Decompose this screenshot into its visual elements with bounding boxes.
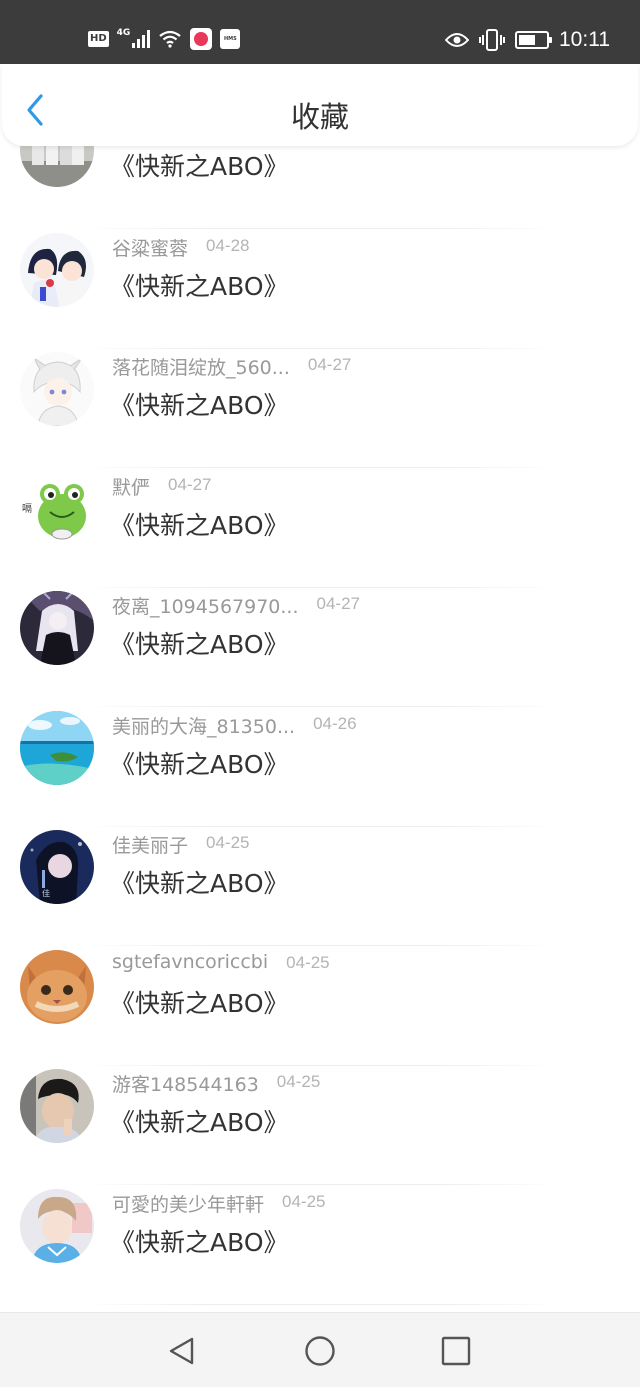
list-item[interactable]: 日暮天歌04-29《快新之ABO》 xyxy=(0,146,640,233)
row-divider xyxy=(98,706,544,707)
user-avatar[interactable] xyxy=(20,949,94,1024)
row-divider xyxy=(98,228,544,229)
nav-back-button[interactable] xyxy=(166,1335,198,1367)
list-item[interactable]: sgtefavncoriccbi 04-25 《快新之ABO》 xyxy=(0,949,640,1070)
hd-icon: HD xyxy=(88,31,109,47)
list-item[interactable]: 佳 佳美丽子 04-25 《快新之ABO》 xyxy=(0,830,640,950)
status-time: 10:11 xyxy=(559,28,610,51)
list-item[interactable]: 落花随泪绽放_560... 04-27 《快新之ABO》 xyxy=(0,352,640,472)
row-divider xyxy=(98,945,544,946)
row-date: 04-26 xyxy=(313,713,357,733)
user-avatar[interactable] xyxy=(20,710,94,785)
row-username: sgtefavncoriccbi xyxy=(112,950,269,973)
status-right-icons: 10:11 xyxy=(445,26,610,54)
row-book-title[interactable]: 《快新之ABO》 xyxy=(110,1103,289,1139)
nav-home-button[interactable] xyxy=(304,1335,336,1367)
list-item[interactable]: 可愛的美少年軒軒 04-25 《快新之ABO》 xyxy=(0,1188,640,1309)
list-item[interactable]: 游客148544163 04-25 《快新之ABO》 xyxy=(0,1069,640,1189)
user-avatar[interactable] xyxy=(20,232,94,307)
back-triangle-icon xyxy=(169,1337,194,1365)
row-book-title[interactable]: 《快新之ABO》 xyxy=(110,147,289,183)
row-username: 可愛的美少年軒軒 xyxy=(112,1193,265,1216)
row-date: 04-25 xyxy=(282,1191,326,1211)
page-title: 收藏 xyxy=(290,100,349,134)
row-date: 04-25 xyxy=(286,952,330,972)
signal-icon xyxy=(132,30,151,48)
status-left-icons: HD 4G HMS xyxy=(88,26,241,52)
row-date: 04-27 xyxy=(316,594,360,613)
row-divider xyxy=(98,347,544,349)
list-item[interactable]: 谷粱蜜蓉 04-28 《快新之ABO》 xyxy=(0,232,640,353)
row-divider xyxy=(98,1184,544,1185)
battery-level-fill xyxy=(519,35,535,45)
row-username: 夜离_1094567970... xyxy=(112,596,299,618)
hms-icon: HMS xyxy=(220,29,241,49)
user-avatar[interactable] xyxy=(20,146,94,187)
vibrate-icon xyxy=(479,29,505,51)
list-item[interactable]: 夜离_1094567970... 04-27 《快新之ABO》 xyxy=(0,591,640,711)
system-nav-bar xyxy=(0,1312,640,1387)
row-book-title[interactable]: 《快新之ABO》 xyxy=(110,1223,289,1259)
row-book-title[interactable]: 《快新之ABO》 xyxy=(110,506,289,542)
battery-icon xyxy=(515,31,552,49)
svg-text:嗝: 嗝 xyxy=(22,503,32,515)
wifi-icon xyxy=(158,30,182,48)
row-divider xyxy=(98,1303,544,1305)
eye-comfort-icon xyxy=(445,31,469,49)
app-header: 收藏 xyxy=(2,64,638,146)
row-date: 04-27 xyxy=(168,474,212,494)
list-item[interactable]: 美丽的大海_81350... 04-26 《快新之ABO》 xyxy=(0,710,640,831)
row-username: 游客148544163 xyxy=(112,1074,259,1096)
user-avatar[interactable] xyxy=(20,1069,94,1143)
status-bar: HD 4G HMS 10:11 xyxy=(0,0,640,64)
svg-text:佳: 佳 xyxy=(42,888,50,898)
row-username: 佳美丽子 xyxy=(112,835,189,857)
favorites-list[interactable]: 日暮天歌04-29《快新之ABO》谷粱蜜蓉04-28《快新之ABO》落花随泪绽放… xyxy=(0,146,640,1312)
row-date: 04-25 xyxy=(276,1072,321,1091)
row-book-title[interactable]: 《快新之ABO》 xyxy=(110,745,289,781)
user-avatar[interactable] xyxy=(20,1188,94,1263)
home-circle-icon xyxy=(305,1336,335,1366)
network-type-label: 4G xyxy=(116,28,131,38)
nav-recents-button[interactable] xyxy=(440,1335,472,1367)
row-divider xyxy=(98,586,544,588)
row-divider xyxy=(98,1064,544,1066)
row-divider xyxy=(98,825,544,827)
row-divider xyxy=(98,467,544,468)
user-avatar[interactable] xyxy=(20,591,94,665)
row-username: 谷粱蜜蓉 xyxy=(112,237,189,260)
row-book-title[interactable]: 《快新之ABO》 xyxy=(110,864,289,900)
user-avatar[interactable] xyxy=(20,352,94,426)
row-date: 04-25 xyxy=(206,833,250,852)
user-avatar[interactable]: 佳 xyxy=(20,830,94,904)
row-date: 04-27 xyxy=(307,355,352,374)
app-notification-icon xyxy=(190,28,213,50)
list-item[interactable]: 嗝 默俨 04-27 《快新之ABO》 xyxy=(0,471,640,592)
row-book-title[interactable]: 《快新之ABO》 xyxy=(110,625,289,661)
row-username: 默俨 xyxy=(112,476,151,499)
row-book-title[interactable]: 《快新之ABO》 xyxy=(110,267,289,303)
row-username: 落花随泪绽放_560... xyxy=(112,357,290,379)
row-book-title[interactable]: 《快新之ABO》 xyxy=(110,984,289,1020)
row-date: 04-28 xyxy=(206,235,250,255)
user-avatar[interactable]: 嗝 xyxy=(20,471,94,546)
row-book-title[interactable]: 《快新之ABO》 xyxy=(110,386,289,422)
row-username: 美丽的大海_81350... xyxy=(112,715,296,738)
recents-square-icon xyxy=(441,1336,471,1366)
